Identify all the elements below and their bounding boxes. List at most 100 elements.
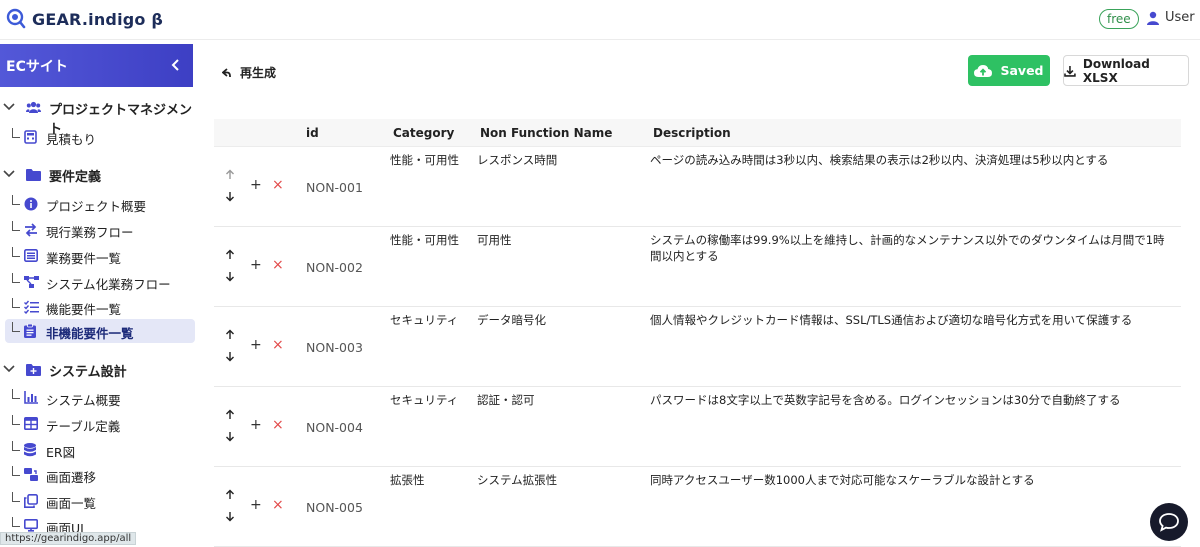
add-row-button[interactable]: + (250, 258, 262, 272)
chevron-down-icon[interactable] (3, 169, 15, 179)
sidebar-item-system-overview[interactable]: システム概要 (5, 386, 195, 410)
row-description[interactable]: 同時アクセスユーザー数1000人まで対応可能なスケーラブルな設計とする (650, 472, 1170, 488)
tree-branch (12, 466, 20, 476)
tree-branch (12, 298, 20, 308)
chevron-down-icon[interactable] (3, 364, 15, 374)
sidebar-item-label: システム概要 (46, 393, 121, 408)
undo-arrow-icon (222, 67, 231, 77)
sidebar-item-functional-requirements[interactable]: 機能要件一覧 (5, 295, 195, 319)
delete-row-button[interactable]: × (272, 338, 284, 352)
section-label: システム設計 (49, 365, 127, 380)
add-row-button[interactable]: + (250, 178, 262, 192)
sidebar-item-business-requirements[interactable]: 業務要件一覧 (5, 244, 195, 268)
add-row-button[interactable]: + (250, 418, 262, 432)
copy-icon (24, 494, 38, 508)
sidebar-item-label: システム化業務フロー (46, 277, 171, 292)
row-id: NON-005 (306, 500, 363, 515)
delete-row-button[interactable]: × (272, 418, 284, 432)
chevron-down-icon[interactable] (3, 102, 15, 112)
arrow-down-icon[interactable] (225, 431, 235, 442)
tree-branch (12, 322, 20, 332)
sidebar-item-er-diagram[interactable]: ER図 (5, 438, 195, 462)
row-id: NON-003 (306, 340, 363, 355)
table-row: + × NON-002 性能・可用性 可用性 システムの稼働率は99.9%以上を… (214, 227, 1181, 307)
sidebar: ECサイト プロジェクトマネジメント 見積もり 要件定義 プロジェクト概要 現行… (0, 40, 200, 545)
chat-button[interactable] (1150, 503, 1188, 541)
tree-branch (12, 492, 20, 502)
tree-branch (12, 517, 20, 527)
tree-branch (12, 221, 20, 231)
arrow-up-icon[interactable] (225, 489, 235, 500)
sidebar-item-screen-transition[interactable]: 画面遷移 (5, 463, 195, 487)
row-category[interactable]: 拡張性 (390, 472, 425, 488)
logo[interactable]: GEAR.indigo β (6, 8, 163, 30)
folder-plus-icon (26, 364, 41, 376)
swap-icon (25, 223, 37, 237)
regenerate-button[interactable]: 再生成 (222, 64, 276, 81)
row-name[interactable]: 可用性 (477, 232, 512, 248)
arrow-up-icon[interactable] (225, 249, 235, 260)
database-icon (24, 443, 36, 457)
download-xlsx-button[interactable]: Download XLSX (1063, 55, 1189, 86)
header-category: Category (393, 126, 455, 140)
sidebar-item-label: ER図 (46, 445, 76, 460)
user-menu[interactable]: User (1146, 10, 1195, 25)
user-label: User (1165, 10, 1195, 25)
tree-branch (12, 273, 20, 283)
clipboard-icon (24, 324, 36, 338)
section-requirements[interactable]: 要件定義 (0, 163, 200, 187)
row-name[interactable]: データ暗号化 (477, 312, 546, 328)
sidebar-item-label: 見積もり (46, 132, 97, 147)
saved-button[interactable]: Saved (968, 55, 1050, 86)
collapse-sidebar-icon[interactable] (169, 56, 183, 74)
sidebar-item-screen-list[interactable]: 画面一覧 (5, 489, 195, 513)
table-row: + × NON-003 セキュリティ データ暗号化 個人情報やクレジットカード情… (214, 307, 1181, 387)
flow-icon (24, 276, 39, 288)
row-description[interactable]: 個人情報やクレジットカード情報は、SSL/TLS通信および適切な暗号化方式を用い… (650, 312, 1170, 328)
sidebar-item-project-overview[interactable]: プロジェクト概要 (5, 192, 195, 216)
top-bar: GEAR.indigo β free User (0, 0, 1200, 40)
row-id: NON-004 (306, 420, 363, 435)
arrow-down-icon[interactable] (225, 351, 235, 362)
row-name[interactable]: 認証・認可 (477, 392, 535, 408)
row-category[interactable]: 性能・可用性 (390, 232, 459, 248)
section-project-management[interactable]: プロジェクトマネジメント (0, 96, 200, 137)
row-description[interactable]: ページの読み込み時間は3秒以内、検索結果の表示は2秒以内、決済処理は5秒以内とす… (650, 152, 1170, 168)
row-category[interactable]: セキュリティ (390, 392, 458, 408)
arrow-up-icon[interactable] (225, 169, 235, 180)
logo-icon (6, 8, 26, 29)
row-name[interactable]: システム拡張性 (477, 472, 557, 488)
arrow-up-icon[interactable] (225, 409, 235, 420)
sidebar-item-table-definition[interactable]: テーブル定義 (5, 412, 195, 436)
download-label: Download XLSX (1082, 56, 1150, 85)
download-icon (1064, 65, 1076, 77)
row-description[interactable]: パスワードは8文字以上で英数字記号を含める。ログインセッションは30分で自動終了… (650, 392, 1170, 408)
row-description[interactable]: システムの稼働率は99.9%以上を維持し、計画的なメンテナンス以外でのダウンタイ… (650, 232, 1170, 264)
sidebar-item-current-flow[interactable]: 現行業務フロー (5, 218, 195, 242)
sidebar-item-nonfunctional-requirements[interactable]: 非機能要件一覧 (5, 319, 195, 343)
row-name[interactable]: レスポンス時間 (477, 152, 557, 168)
chat-bubble-icon (1159, 513, 1179, 532)
delete-row-button[interactable]: × (272, 498, 284, 512)
sidebar-item-estimate[interactable]: 見積もり (5, 125, 195, 149)
transition-icon (24, 468, 38, 481)
row-category[interactable]: 性能・可用性 (390, 152, 459, 168)
sidebar-item-label: 現行業務フロー (46, 225, 134, 240)
sidebar-item-system-flow[interactable]: システム化業務フロー (5, 270, 195, 294)
tree-branch (12, 441, 20, 451)
sidebar-item-label: テーブル定義 (46, 419, 121, 434)
user-icon (1147, 11, 1159, 25)
header-description: Description (653, 126, 731, 140)
delete-row-button[interactable]: × (272, 178, 284, 192)
arrow-down-icon[interactable] (225, 511, 235, 522)
list-icon (24, 249, 38, 262)
section-system-design[interactable]: システム設計 (0, 358, 200, 382)
add-row-button[interactable]: + (250, 498, 262, 512)
row-category[interactable]: セキュリティ (390, 312, 458, 328)
delete-row-button[interactable]: × (272, 258, 284, 272)
arrow-up-icon[interactable] (225, 329, 235, 340)
add-row-button[interactable]: + (250, 338, 262, 352)
arrow-down-icon[interactable] (225, 191, 235, 202)
arrow-down-icon[interactable] (225, 271, 235, 282)
saved-label: Saved (1000, 63, 1044, 78)
